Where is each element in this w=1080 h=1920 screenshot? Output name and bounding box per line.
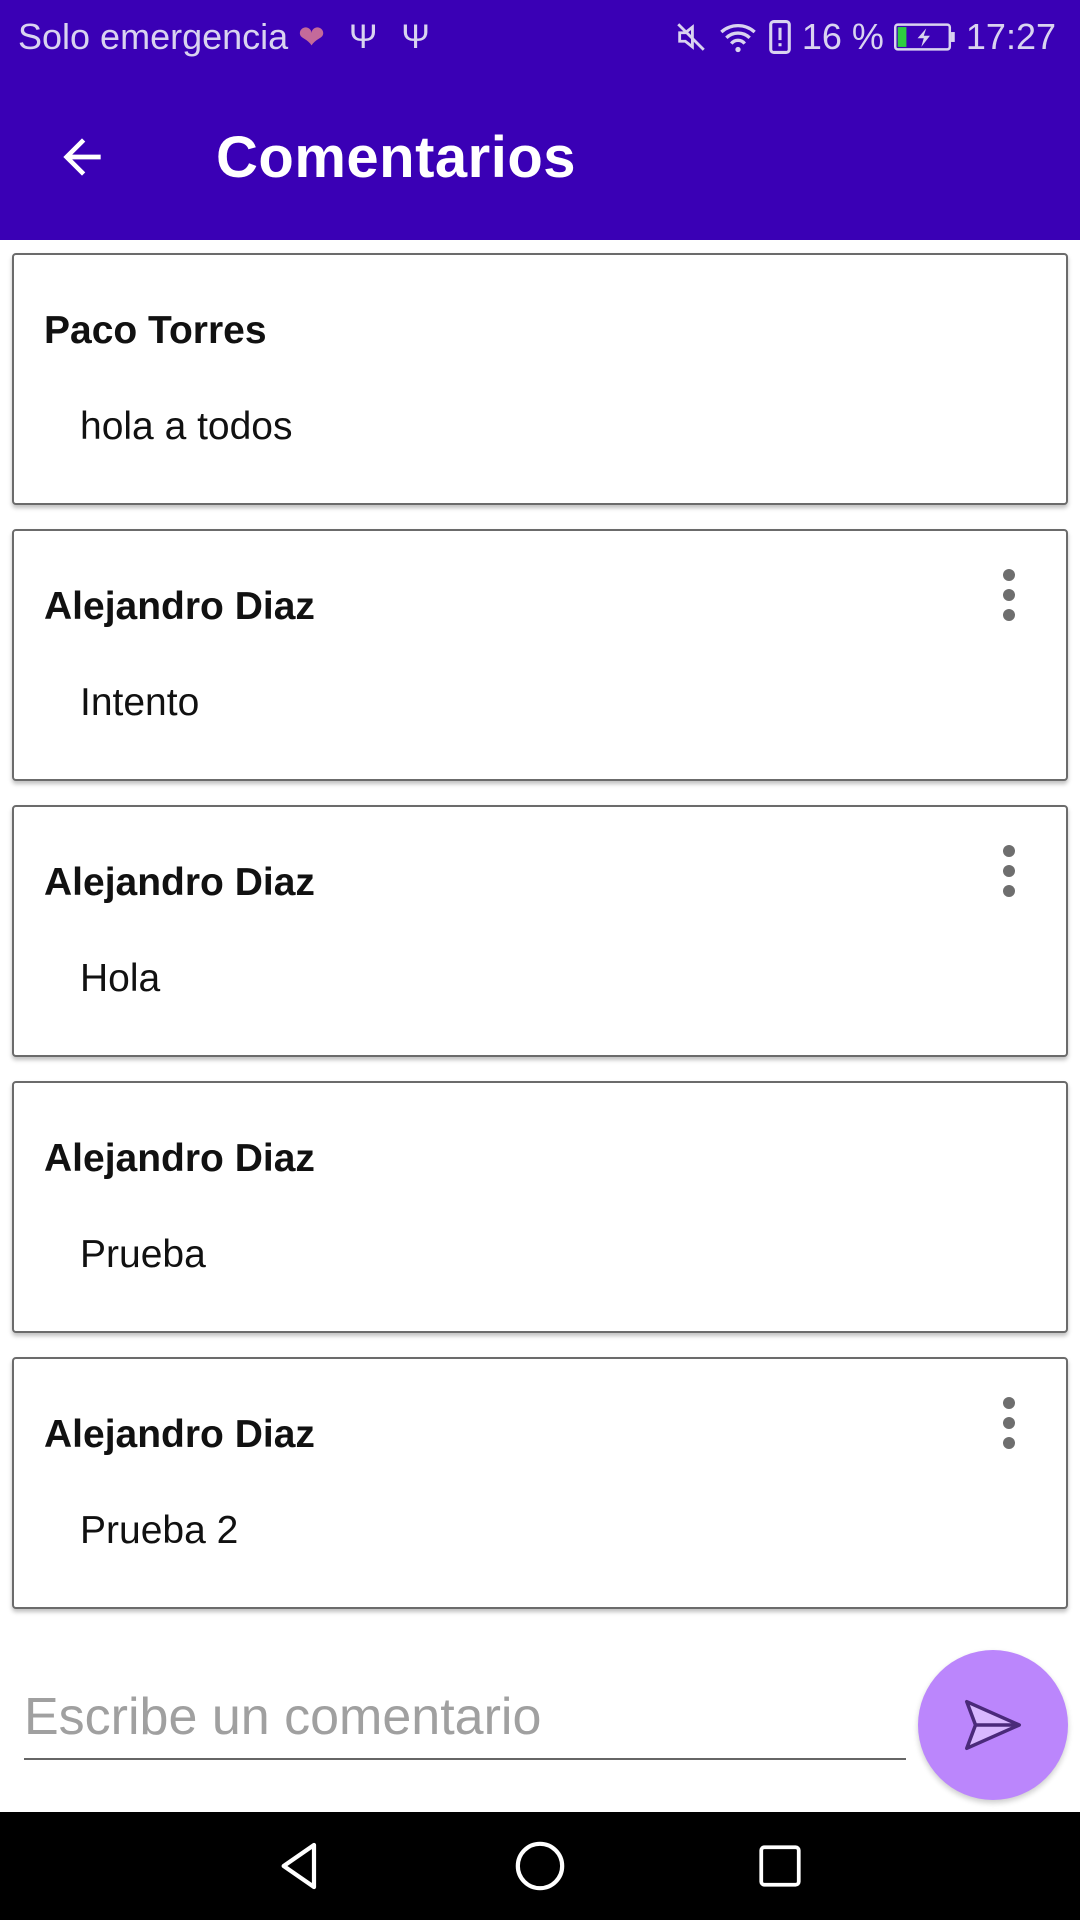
carrier-text: Solo emergencia [18, 16, 289, 57]
back-nav-icon[interactable] [255, 1821, 345, 1911]
battery-text: 16 % [801, 16, 884, 57]
comment-input-wrapper [24, 1676, 906, 1760]
recents-nav-icon[interactable] [735, 1821, 825, 1911]
arrow-back-icon [63, 138, 101, 176]
send-icon [965, 1699, 1021, 1751]
home-nav-icon[interactable] [495, 1821, 585, 1911]
comment-author: Alejandro Diaz [44, 1413, 315, 1456]
more-options-icon[interactable] [992, 565, 1026, 625]
comment-card: Paco Torres hola a todos [12, 253, 1068, 505]
comment-input[interactable] [24, 1676, 906, 1758]
comment-text: Prueba [80, 1233, 206, 1276]
wifi-icon [718, 20, 758, 54]
more-options-icon[interactable] [992, 1393, 1026, 1453]
status-right: 16 % 17:27 [674, 16, 1056, 58]
usb-icon: Ψ [401, 17, 430, 56]
alert-icon [768, 20, 792, 54]
comment-text: Intento [80, 681, 200, 724]
system-nav-bar [0, 1812, 1080, 1920]
clock-text: 17:27 [965, 16, 1056, 57]
app-bar: Comentarios [0, 74, 1080, 240]
page-title: Comentarios [216, 124, 577, 190]
comment-author: Alejandro Diaz [44, 585, 315, 628]
more-options-icon[interactable] [992, 841, 1026, 901]
battery-charging-icon [893, 22, 956, 52]
back-button[interactable] [32, 107, 132, 207]
comment-author: Paco Torres [44, 309, 267, 352]
status-bar: Solo emergencia ❤ Ψ Ψ 16 % 17:27 [0, 0, 1080, 74]
send-button[interactable] [918, 1650, 1068, 1800]
comment-card: Alejandro Diaz Prueba [12, 1081, 1068, 1333]
comment-author: Alejandro Diaz [44, 1137, 315, 1180]
comment-card: Alejandro Diaz Prueba 2 [12, 1357, 1068, 1609]
comment-author: Alejandro Diaz [44, 861, 315, 904]
comment-card: Alejandro Diaz Hola [12, 805, 1068, 1057]
comment-card: Alejandro Diaz Intento [12, 529, 1068, 781]
heart-icon: ❤ [298, 19, 325, 55]
usb-icon: Ψ [348, 17, 378, 56]
mute-icon [674, 20, 708, 54]
comment-text: Prueba 2 [80, 1509, 239, 1552]
status-left: Solo emergencia ❤ Ψ Ψ [18, 16, 430, 58]
comment-text: hola a todos [80, 405, 293, 448]
comment-text: Hola [80, 957, 161, 1000]
